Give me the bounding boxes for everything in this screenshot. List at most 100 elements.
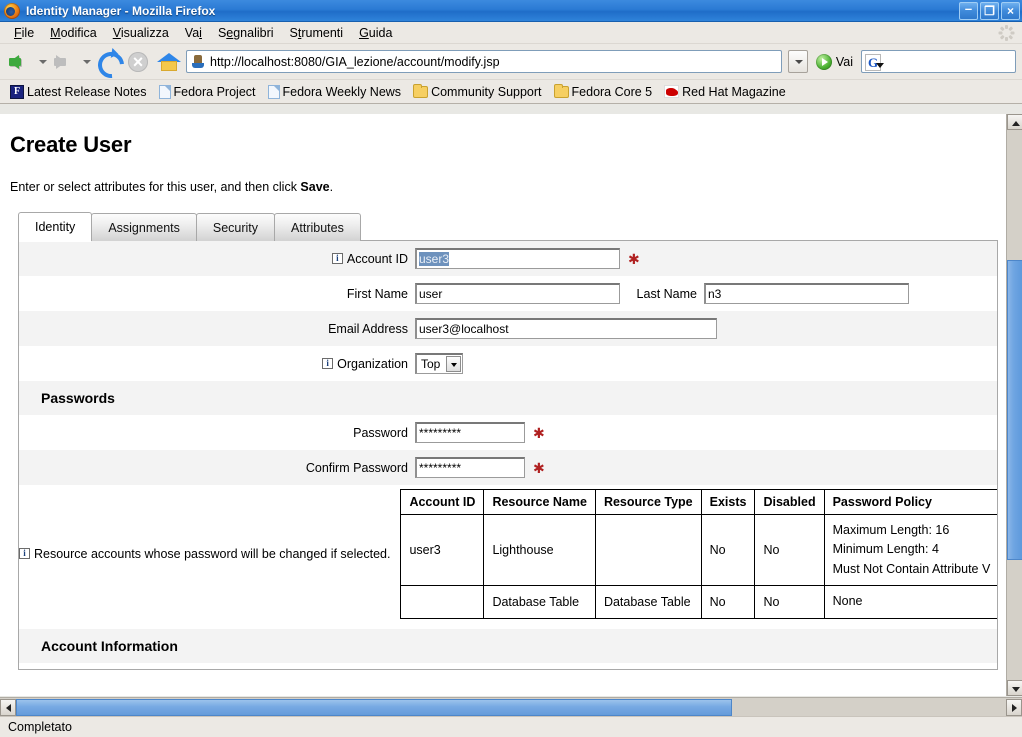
- password-input[interactable]: *********: [415, 422, 525, 443]
- go-icon: [815, 53, 832, 70]
- title-bar: Identity Manager - Mozilla Firefox – ❐ ×: [0, 0, 1022, 22]
- last-name-label: Last Name: [636, 286, 697, 301]
- tab-security-label: Security: [212, 221, 259, 235]
- row-confirm-password: Confirm Password ********* ✱: [19, 450, 997, 485]
- email-address-label: Email Address: [328, 321, 408, 336]
- go-label: Vai: [835, 54, 853, 69]
- tab-attributes[interactable]: Attributes: [274, 213, 361, 241]
- horizontal-scroll-track[interactable]: [732, 698, 1006, 717]
- confirm-password-value: *********: [419, 461, 462, 475]
- restore-button[interactable]: ❐: [980, 1, 999, 20]
- menu-visualizza[interactable]: Visualizza: [105, 24, 177, 42]
- document-icon: [158, 84, 171, 99]
- search-engine-glyph: G: [865, 53, 882, 71]
- home-button[interactable]: [154, 48, 184, 76]
- forward-history-dropdown[interactable]: [82, 47, 92, 77]
- section-account-information: Account Information: [19, 628, 997, 663]
- bookmark-label: Fedora Core 5: [571, 84, 653, 99]
- resource-accounts-note: Resource accounts whose password will be…: [34, 546, 391, 561]
- vertical-scrollbar[interactable]: [1006, 114, 1022, 696]
- search-input[interactable]: G: [861, 50, 1016, 73]
- column-account-id: Account ID: [400, 489, 485, 515]
- menu-strumenti-pre: S: [289, 25, 298, 40]
- stop-button[interactable]: [124, 48, 152, 76]
- horizontal-scrollbar[interactable]: [0, 697, 1022, 716]
- confirm-password-input[interactable]: *********: [415, 457, 525, 478]
- restore-icon: ❐: [984, 3, 995, 18]
- cell-disabled: No: [754, 513, 825, 587]
- menu-modifica[interactable]: Modifica: [42, 24, 105, 42]
- menu-segnalibri-post: gnalibri: [233, 25, 274, 40]
- email-address-input[interactable]: user3@localhost: [415, 318, 717, 339]
- scroll-down-button[interactable]: [1007, 680, 1022, 696]
- url-text: http://localhost:8080/GIA_lezione/accoun…: [210, 54, 500, 69]
- address-bar[interactable]: http://localhost:8080/GIA_lezione/accoun…: [186, 50, 782, 73]
- minimize-button[interactable]: –: [959, 1, 978, 20]
- cell-exists: No: [700, 585, 756, 619]
- back-history-dropdown[interactable]: [38, 47, 48, 77]
- forward-button[interactable]: [50, 47, 80, 77]
- cell-resource-name: Database Table: [483, 585, 596, 619]
- menu-modifica-post: odifica: [60, 25, 97, 40]
- caret-left-icon: [6, 704, 11, 712]
- account-id-input[interactable]: user3: [415, 248, 620, 269]
- bookmark-fedora-project[interactable]: Fedora Project: [153, 83, 262, 101]
- organization-select[interactable]: Top: [415, 353, 464, 374]
- scroll-left-button[interactable]: [0, 698, 16, 716]
- identity-tab-panel: i Account ID user3 ✱ First Name user Las…: [18, 240, 998, 670]
- bookmark-latest-release-notes[interactable]: F Latest Release Notes: [4, 83, 153, 101]
- status-text: Completato: [8, 720, 72, 734]
- reload-button[interactable]: [94, 48, 122, 76]
- row-resource-accounts: i Resource accounts whose password will …: [19, 485, 997, 619]
- horizontal-scroll-thumb[interactable]: [16, 698, 732, 716]
- menu-visualizza-accel: V: [112, 25, 121, 40]
- bookmark-label: Red Hat Magazine: [682, 84, 786, 99]
- scroll-right-button[interactable]: [1006, 698, 1022, 716]
- address-bar-dropdown[interactable]: [787, 50, 808, 73]
- close-icon: ×: [1006, 3, 1014, 18]
- folder-icon: [553, 83, 569, 98]
- menu-guida[interactable]: Guida: [351, 24, 400, 42]
- scroll-up-button[interactable]: [1007, 114, 1022, 130]
- column-password-policy: Password Policy: [823, 489, 997, 515]
- cell-account-id: [400, 585, 485, 619]
- close-button[interactable]: ×: [1001, 1, 1020, 20]
- last-name-value: n3: [708, 287, 722, 301]
- go-button[interactable]: Vai: [815, 53, 853, 70]
- bookmark-fedora-core-5[interactable]: Fedora Core 5: [548, 83, 659, 101]
- menu-modifica-accel: M: [50, 25, 61, 40]
- bookmark-label: Latest Release Notes: [27, 84, 147, 99]
- menu-strumenti-post: rumenti: [301, 25, 344, 40]
- document-icon: [267, 84, 280, 99]
- vertical-scroll-thumb[interactable]: [1007, 260, 1022, 560]
- bookmark-fedora-weekly-news[interactable]: Fedora Weekly News: [262, 83, 408, 101]
- info-icon[interactable]: i: [19, 548, 30, 560]
- info-icon[interactable]: i: [322, 358, 334, 369]
- last-name-input[interactable]: n3: [704, 283, 909, 304]
- menu-vai[interactable]: Vai: [177, 24, 210, 42]
- info-icon[interactable]: i: [331, 253, 343, 264]
- bookmark-label: Fedora Weekly News: [282, 84, 402, 99]
- back-button[interactable]: [6, 47, 36, 77]
- caret-up-icon: [1012, 121, 1020, 126]
- first-name-input[interactable]: user: [415, 283, 620, 304]
- cell-password-policy: None: [823, 585, 997, 619]
- row-assigned-resources: Assigned Resources Database Table: [19, 663, 997, 670]
- cell-password-policy: Maximum Length: 16 Minimum Length: 4 Mus…: [823, 513, 997, 587]
- menu-strumenti[interactable]: Strumenti: [282, 24, 352, 42]
- bookmark-community-support[interactable]: Community Support: [407, 83, 547, 101]
- tab-security[interactable]: Security: [195, 213, 276, 241]
- menu-segnalibri[interactable]: Segnalibri: [210, 24, 282, 42]
- cell-resource-type: Database Table: [594, 585, 702, 619]
- email-address-value: user3@localhost: [419, 322, 509, 336]
- tab-assignments[interactable]: Assignments: [91, 213, 197, 241]
- window-title: Identity Manager - Mozilla Firefox: [26, 3, 216, 18]
- bookmark-red-hat-magazine[interactable]: Red Hat Magazine: [658, 83, 792, 101]
- page-content: Create User Enter or select attributes f…: [0, 114, 1006, 696]
- account-id-required-marker: ✱: [628, 250, 640, 267]
- tab-identity-label: Identity: [35, 220, 76, 234]
- throbber-icon: [998, 25, 1014, 41]
- tab-identity[interactable]: Identity: [18, 212, 93, 241]
- row-password: Password ********* ✱: [19, 415, 997, 450]
- menu-file[interactable]: File: [6, 24, 42, 42]
